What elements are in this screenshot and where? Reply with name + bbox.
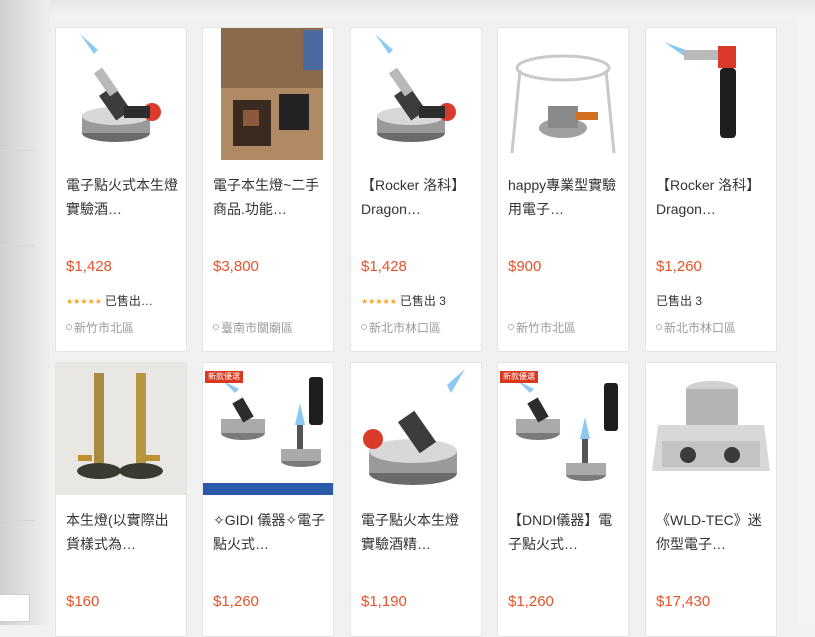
product-meta: ★★★★★ 已售出… bbox=[66, 292, 153, 309]
torch-burner-icon bbox=[375, 34, 456, 142]
right-edge bbox=[797, 18, 815, 625]
product-title[interactable]: 【Rocker 洛科】Dragon… bbox=[361, 173, 475, 221]
product-title[interactable]: ✧GIDI 儀器✧電子點火式… bbox=[213, 508, 327, 556]
product-location: 新北市林口區 bbox=[656, 319, 736, 336]
location-pin-icon bbox=[361, 324, 367, 330]
product-price: $1,260 bbox=[656, 258, 702, 275]
product-title[interactable]: happy專業型實驗用電子… bbox=[508, 173, 622, 221]
promo-badge: 新款優選 bbox=[205, 371, 243, 383]
product-card[interactable]: 電子本生燈~二手商品.功能… $3,800 臺南市關廟區 bbox=[202, 27, 334, 352]
sidebar-divider bbox=[0, 150, 34, 151]
product-image[interactable] bbox=[56, 363, 186, 495]
brass-burners-icon bbox=[56, 363, 186, 495]
location-pin-icon bbox=[656, 324, 662, 330]
product-title[interactable]: 電子本生燈~二手商品.功能… bbox=[213, 173, 327, 221]
product-image[interactable] bbox=[351, 363, 481, 495]
sidebar-input[interactable] bbox=[0, 594, 30, 622]
product-card[interactable]: 【Rocker 洛科】Dragon… $1,260 已售出 3 新北市林口區 bbox=[645, 27, 777, 352]
sidebar-divider bbox=[0, 520, 34, 521]
product-card[interactable]: 《WLD-TEC》迷你型電子… $17,430 bbox=[645, 362, 777, 637]
sidebar-divider bbox=[0, 245, 34, 246]
product-location: 新竹市北區 bbox=[508, 319, 576, 336]
product-image[interactable] bbox=[203, 28, 333, 160]
product-title[interactable]: 電子點火本生燈 實驗酒精… bbox=[361, 508, 475, 556]
lab-heater-icon bbox=[652, 381, 770, 471]
location-pin-icon bbox=[66, 324, 72, 330]
product-image[interactable] bbox=[56, 28, 186, 160]
product-image[interactable] bbox=[646, 363, 776, 495]
promo-badge: 新款優選 bbox=[500, 371, 538, 383]
product-price: $1,190 bbox=[361, 593, 407, 610]
product-price: $1,260 bbox=[213, 593, 259, 610]
location-pin-icon bbox=[508, 324, 514, 330]
torch-burner-icon bbox=[363, 369, 465, 485]
product-title[interactable]: 本生燈(以實際出貨樣式為… bbox=[66, 508, 180, 556]
product-card[interactable]: 新款優選 【DNDI儀器】電子點火式… $1,260 bbox=[497, 362, 629, 637]
handheld-torch-icon bbox=[664, 42, 736, 138]
product-card[interactable]: 電子點火本生燈 實驗酒精… $1,190 bbox=[350, 362, 482, 637]
product-price: $1,428 bbox=[361, 258, 407, 275]
torch-burner-icon bbox=[80, 34, 161, 142]
sold-count: 已售出 3 bbox=[399, 294, 446, 308]
product-price: $900 bbox=[508, 258, 542, 275]
product-card[interactable]: 本生燈(以實際出貨樣式為… $160 bbox=[55, 362, 187, 637]
product-location: 新竹市北區 bbox=[66, 319, 134, 336]
product-price: $17,430 bbox=[656, 593, 711, 610]
sold-count: 已售出… bbox=[104, 294, 153, 308]
product-title[interactable]: 電子點火式本生燈 實驗酒… bbox=[66, 173, 180, 221]
product-price: $1,260 bbox=[508, 593, 554, 610]
top-bar bbox=[50, 0, 815, 18]
sold-count: 已售出 3 bbox=[656, 294, 703, 308]
product-card[interactable]: 電子點火式本生燈 實驗酒… $1,428 ★★★★★ 已售出… 新竹市北區 bbox=[55, 27, 187, 352]
product-meta: ★★★★★ 已售出 3 bbox=[361, 292, 446, 309]
left-sidebar bbox=[0, 0, 50, 625]
product-price: $1,428 bbox=[66, 258, 112, 275]
product-title[interactable]: 【DNDI儀器】電子點火式… bbox=[508, 508, 622, 556]
product-image[interactable] bbox=[646, 28, 776, 160]
location-pin-icon bbox=[213, 324, 219, 330]
product-card[interactable]: happy專業型實驗用電子… $900 新竹市北區 bbox=[497, 27, 629, 352]
product-price: $160 bbox=[66, 593, 100, 610]
product-price: $3,800 bbox=[213, 258, 259, 275]
burner-stand-icon bbox=[510, 54, 616, 154]
product-title[interactable]: 《WLD-TEC》迷你型電子… bbox=[656, 508, 770, 556]
product-meta: 已售出 3 bbox=[656, 292, 702, 309]
product-location: 新北市林口區 bbox=[361, 319, 441, 336]
product-image[interactable] bbox=[498, 28, 628, 160]
rating-stars: ★★★★★ bbox=[361, 297, 397, 306]
product-card[interactable]: 新款優選 ✧GIDI 儀器✧電子點火式… $1,260 bbox=[202, 362, 334, 637]
product-card[interactable]: 【Rocker 洛科】Dragon… $1,428 ★★★★★ 已售出 3 新北市… bbox=[350, 27, 482, 352]
product-title[interactable]: 【Rocker 洛科】Dragon… bbox=[656, 173, 770, 221]
product-location: 臺南市關廟區 bbox=[213, 319, 293, 336]
used-device-photo bbox=[221, 28, 323, 160]
rating-stars: ★★★★★ bbox=[66, 297, 102, 306]
product-image[interactable] bbox=[351, 28, 481, 160]
